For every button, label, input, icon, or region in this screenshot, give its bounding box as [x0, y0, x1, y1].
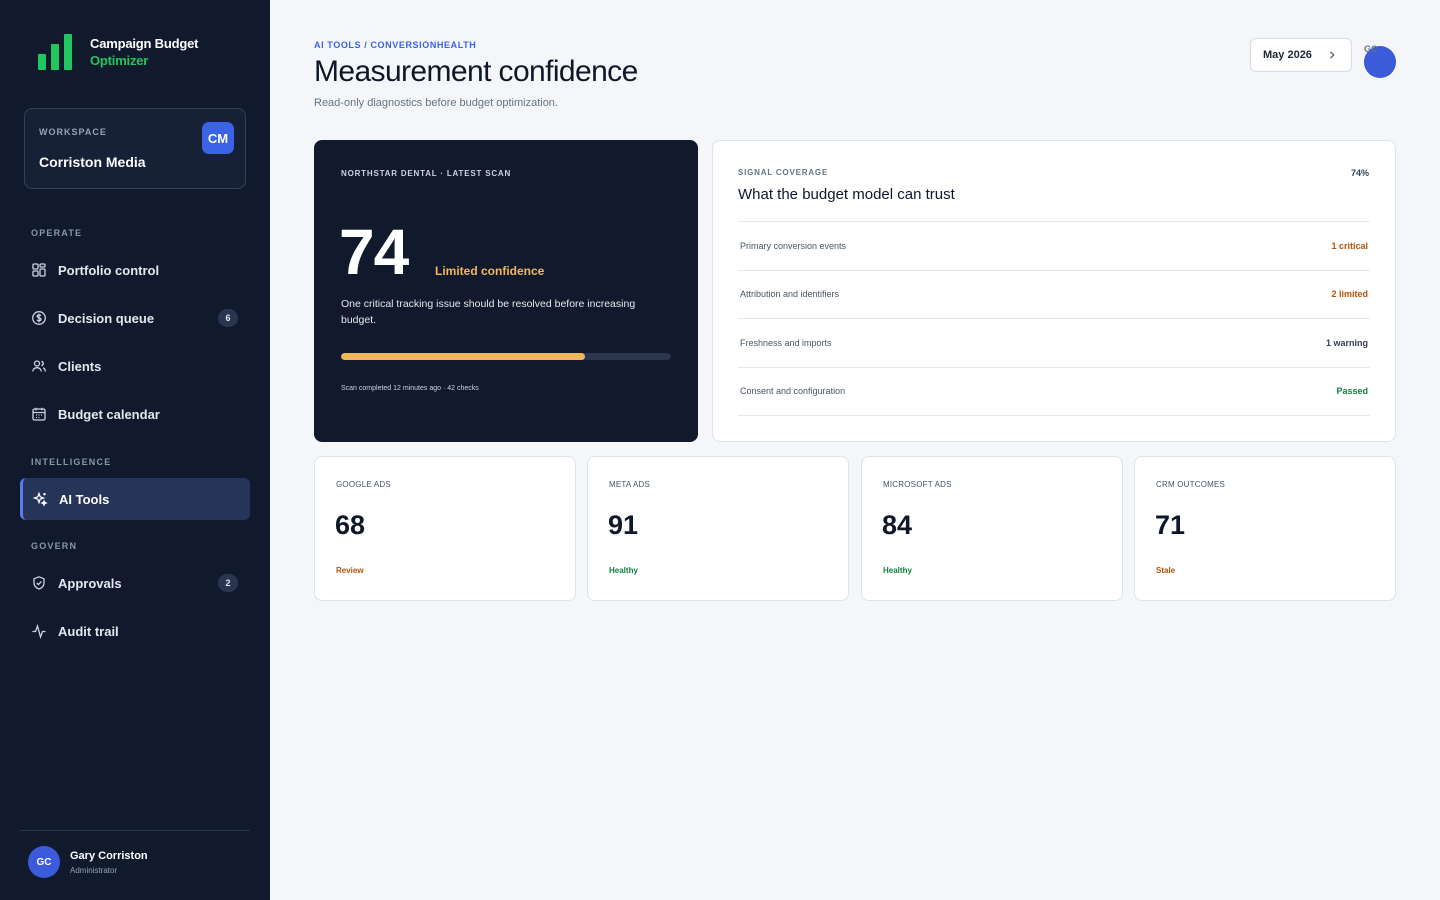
platform-card-crm-outcomes[interactable]: CRM OUTCOMES 71 Stale	[1134, 456, 1396, 601]
coverage-row-name: Attribution and identifiers	[740, 289, 840, 300]
page-title: Measurement confidence	[314, 55, 638, 88]
coverage-percent: 74%	[1350, 168, 1369, 178]
nav-item-label: Portfolio control	[58, 262, 160, 278]
nav-item-approvals[interactable]: Approvals 2	[20, 562, 250, 604]
user-name: Gary Corriston	[70, 849, 148, 862]
platform-score: 84	[882, 510, 913, 540]
platform-score: 71	[1155, 510, 1186, 540]
nav-item-label: Decision queue	[58, 310, 155, 326]
coverage-row-value: 1 critical	[1331, 240, 1368, 251]
workspace-switcher[interactable]: WORKSPACE Corriston Media CM	[24, 108, 246, 189]
scan-footer: Scan completed 12 minutes ago · 42 check…	[341, 385, 479, 392]
signal-coverage-card: SIGNAL COVERAGE 74% What the budget mode…	[712, 140, 1396, 442]
sparkle-icon	[32, 491, 48, 507]
coverage-row-name: Consent and configuration	[740, 386, 846, 397]
coverage-row[interactable]: Primary conversion events 1 critical	[738, 222, 1370, 271]
platform-card-meta-ads[interactable]: META ADS 91 Healthy	[587, 456, 849, 601]
users-icon	[31, 358, 47, 374]
coverage-row-value: 1 warning	[1325, 337, 1368, 348]
platform-score: 68	[335, 510, 366, 540]
month-label: May 2026	[1263, 49, 1312, 61]
coverage-row-value: 2 limited	[1331, 289, 1368, 300]
approvals-count-badge: 2	[218, 574, 238, 592]
nav-item-label: Budget calendar	[58, 406, 160, 422]
bar-chart-logo-icon	[38, 34, 72, 70]
score-description: One critical tracking issue should be re…	[341, 298, 636, 326]
platform-card-google-ads[interactable]: GOOGLE ADS 68 Review	[314, 456, 576, 601]
user-role: Administrator	[70, 865, 118, 875]
confidence-progress-bar	[341, 353, 671, 360]
decision-queue-count-badge: 6	[218, 309, 238, 327]
confidence-score-card: NORTHSTAR DENTAL · LATEST SCAN 74 Limite…	[314, 140, 698, 442]
nav-section-intelligence: INTELLIGENCE	[31, 457, 112, 467]
platform-label: CRM OUTCOMES	[1156, 480, 1226, 489]
platform-status: Stale	[1156, 566, 1176, 575]
dollar-circle-icon	[31, 310, 47, 326]
coverage-row-value: Passed	[1336, 386, 1368, 397]
nav-item-budget-calendar[interactable]: Budget calendar	[20, 393, 250, 435]
nav-item-clients[interactable]: Clients	[20, 345, 250, 387]
user-profile[interactable]: GC Gary Corriston Administrator	[28, 846, 148, 878]
coverage-row[interactable]: Consent and configuration Passed	[738, 368, 1370, 416]
grid-icon	[31, 262, 47, 278]
header-avatar[interactable]: GC	[1364, 44, 1396, 78]
nav-item-decision-queue[interactable]: Decision queue 6	[20, 297, 250, 339]
nav-item-portfolio-control[interactable]: Portfolio control	[20, 249, 250, 291]
nav-item-audit-trail[interactable]: Audit trail	[20, 610, 250, 652]
confidence-status: Limited confidence	[435, 264, 545, 278]
brand-name-line1: Campaign Budget	[90, 36, 199, 51]
platform-status: Review	[336, 566, 364, 575]
chevron-right-icon	[1330, 51, 1335, 59]
sidebar: Campaign Budget Optimizer WORKSPACE Corr…	[0, 0, 270, 900]
confidence-score: 74	[339, 216, 409, 288]
brand-name-line2: Optimizer	[90, 53, 149, 68]
confidence-progress-fill	[341, 353, 586, 360]
activity-icon	[31, 623, 47, 639]
platform-status: Healthy	[883, 566, 912, 575]
coverage-row-name: Primary conversion events	[740, 240, 847, 251]
sidebar-divider	[20, 830, 250, 831]
calendar-icon	[31, 406, 47, 422]
workspace-badge: CM	[202, 122, 234, 154]
platform-status: Healthy	[609, 566, 638, 575]
month-selector-button[interactable]: May 2026	[1250, 38, 1352, 72]
shield-check-icon	[31, 575, 47, 591]
coverage-label: SIGNAL COVERAGE	[738, 168, 829, 177]
header-avatar-initials: GC	[1364, 44, 1378, 54]
platform-label: MICROSOFT ADS	[883, 480, 952, 489]
coverage-title: What the budget model can trust	[738, 186, 955, 203]
nav-item-label: AI Tools	[59, 491, 110, 507]
workspace-label: WORKSPACE	[39, 127, 107, 137]
page-subtitle: Read-only diagnostics before budget opti…	[314, 97, 558, 109]
coverage-list: Primary conversion events 1 critical Att…	[738, 221, 1370, 416]
nav-item-label: Approvals	[58, 575, 122, 591]
nav-item-ai-tools[interactable]: AI Tools	[20, 478, 250, 520]
platform-label: META ADS	[609, 480, 651, 489]
coverage-row[interactable]: Attribution and identifiers 2 limited	[738, 271, 1370, 319]
platform-label: GOOGLE ADS	[336, 480, 391, 489]
platform-card-microsoft-ads[interactable]: MICROSOFT ADS 84 Healthy	[861, 456, 1123, 601]
nav-item-label: Clients	[58, 358, 102, 374]
platform-score: 91	[608, 510, 639, 540]
nav-section-operate: OPERATE	[31, 228, 83, 238]
coverage-row-name: Freshness and imports	[740, 337, 832, 348]
breadcrumb[interactable]: AI TOOLS / CONVERSIONHEALTH	[314, 40, 476, 50]
brand[interactable]: Campaign Budget Optimizer	[38, 34, 198, 70]
coverage-row[interactable]: Freshness and imports 1 warning	[738, 319, 1370, 368]
avatar: GC	[28, 846, 60, 878]
workspace-name: Corriston Media	[39, 154, 146, 170]
score-card-label: NORTHSTAR DENTAL · LATEST SCAN	[341, 169, 512, 178]
nav-item-label: Audit trail	[58, 623, 119, 639]
nav-section-govern: GOVERN	[31, 541, 78, 551]
